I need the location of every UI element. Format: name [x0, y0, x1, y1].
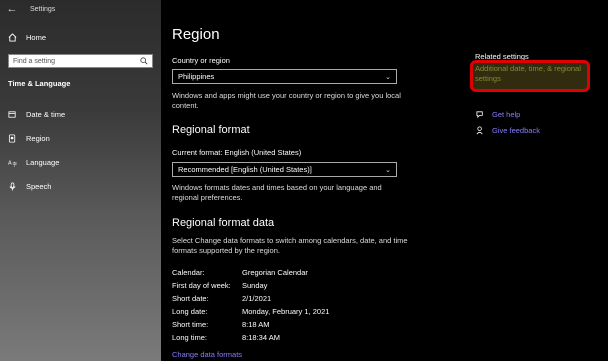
current-format-label: Current format: English (United States)	[172, 148, 302, 157]
search-placeholder: Find a setting	[13, 57, 56, 65]
country-label: Country or region	[172, 56, 230, 65]
format-key: First day of week:	[172, 281, 231, 290]
format-value: Monday, February 1, 2021	[242, 307, 330, 316]
format-row-long-date: Long date: Monday, February 1, 2021	[172, 307, 329, 316]
main-content: Region Country or region Philippines ⌄ W…	[161, 0, 608, 361]
link-line: settings	[475, 74, 501, 83]
chevron-down-icon: ⌄	[385, 73, 391, 81]
sidebar-home-label: Home	[26, 32, 47, 42]
format-data-description: Select Change data formats to switch amo…	[172, 236, 408, 255]
calendar-clock-icon	[8, 110, 17, 119]
sidebar-item-label: Region	[26, 133, 50, 143]
search-input[interactable]: Find a setting	[8, 54, 153, 68]
back-button[interactable]: ←	[0, 0, 24, 18]
svg-text:字: 字	[13, 161, 18, 167]
microphone-icon	[8, 181, 17, 191]
app-title: Settings	[30, 5, 56, 13]
additional-settings-link[interactable]: Additional date, time, & regional settin…	[475, 64, 590, 84]
give-feedback-link[interactable]: Give feedback	[476, 126, 540, 135]
format-key: Short date:	[172, 294, 209, 303]
format-key: Short time:	[172, 320, 209, 329]
format-value: 2/1/2021	[242, 294, 272, 303]
globe-icon	[8, 133, 17, 143]
get-help-link[interactable]: Get help	[476, 110, 520, 119]
sidebar-item-speech[interactable]: Speech	[8, 180, 51, 192]
title-bar: ← Settings	[0, 0, 161, 18]
back-arrow-icon: ←	[6, 3, 18, 15]
change-data-formats-link[interactable]: Change data formats	[172, 350, 242, 359]
format-value: Sunday	[242, 281, 268, 290]
get-help-label: Get help	[492, 110, 521, 119]
sidebar-item-label: Date & time	[26, 109, 66, 119]
format-row-long-time: Long time: 8:18:34 AM	[172, 333, 280, 342]
chevron-down-icon: ⌄	[385, 166, 391, 174]
sidebar-item-date-time[interactable]: Date & time	[8, 108, 65, 120]
link-line: Additional date, time, & regional	[475, 64, 581, 73]
svg-text:A: A	[8, 160, 12, 166]
format-key: Long date:	[172, 307, 208, 316]
sidebar-item-home[interactable]: Home	[8, 31, 46, 43]
chat-help-icon	[476, 111, 483, 119]
sidebar-item-region[interactable]: Region	[8, 132, 50, 144]
regional-format-value: Recommended [English (United States)]	[178, 165, 312, 174]
sidebar-item-language[interactable]: A字 Language	[8, 156, 59, 168]
page-title: Region	[172, 26, 220, 43]
sidebar: ← Settings Home Find a setting Time & La…	[0, 0, 161, 361]
search-icon	[140, 57, 148, 65]
sidebar-item-label: Speech	[26, 181, 52, 191]
regional-format-description: Windows formats dates and times based on…	[172, 183, 382, 202]
format-data-heading: Regional format data	[172, 217, 275, 229]
format-row-short-date: Short date: 2/1/2021	[172, 294, 271, 303]
give-feedback-label: Give feedback	[492, 126, 540, 135]
format-value: 8:18 AM	[242, 320, 270, 329]
country-select[interactable]: Philippines ⌄	[172, 69, 397, 84]
language-icon: A字	[8, 158, 17, 167]
format-row-calendar: Calendar: Gregorian Calendar	[172, 268, 308, 277]
country-description: Windows and apps might use your country …	[172, 91, 401, 110]
feedback-icon	[476, 126, 483, 135]
format-value: 8:18:34 AM	[242, 333, 280, 342]
format-row-first-day: First day of week: Sunday	[172, 281, 267, 290]
home-icon	[8, 32, 17, 42]
regional-format-heading: Regional format	[172, 124, 250, 136]
country-value: Philippines	[178, 72, 215, 81]
sidebar-item-label: Language	[26, 157, 60, 167]
format-value: Gregorian Calendar	[242, 268, 308, 277]
format-key: Long time:	[172, 333, 208, 342]
regional-format-select[interactable]: Recommended [English (United States)] ⌄	[172, 162, 397, 177]
format-key: Calendar:	[172, 268, 205, 277]
section-title: Time & Language	[8, 79, 71, 88]
format-row-short-time: Short time: 8:18 AM	[172, 320, 270, 329]
